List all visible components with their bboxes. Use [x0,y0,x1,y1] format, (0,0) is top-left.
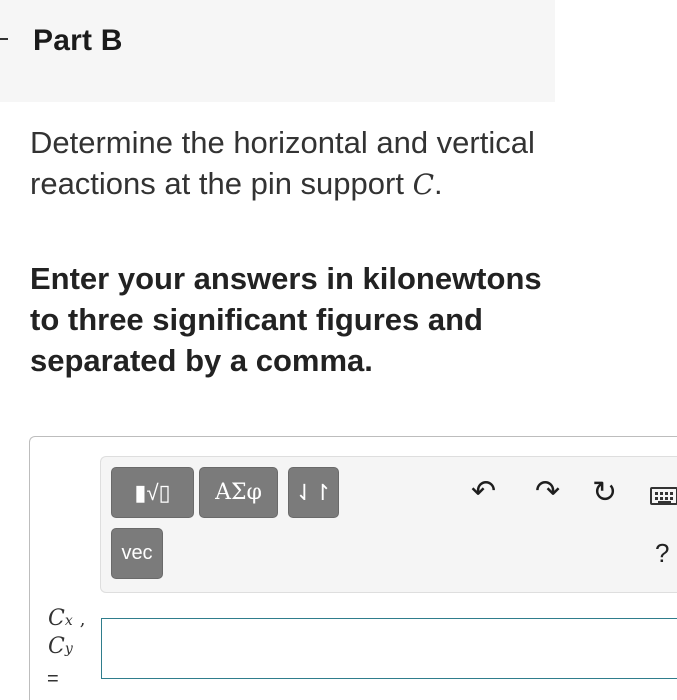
collapse-caret-icon[interactable] [0,38,8,48]
greek-symbols-button[interactable]: ΑΣφ [199,467,278,518]
redo-icon[interactable]: ↷ [535,477,560,507]
var-cy: C [48,634,65,659]
part-header[interactable]: Part B [0,0,555,102]
equals-sign: = [47,668,59,690]
undo-icon[interactable]: ↶ [471,477,496,507]
arrows-button[interactable]: ⇃↾ [288,467,339,518]
question-end: . [434,166,443,201]
help-icon[interactable]: ? [655,540,669,566]
answer-labels: Cx , Cy [48,606,98,662]
vec-button[interactable]: vec [111,528,163,579]
reset-icon[interactable]: ↻ [592,478,617,508]
templates-button[interactable]: ▮√▯ [111,467,194,518]
question-body: Determine the horizontal and vertical re… [30,125,535,201]
var-cy-sub: y [64,641,73,657]
var-cx-sub: x [64,613,73,629]
var-cx: C [48,606,65,631]
question-text: Determine the horizontal and vertical re… [30,122,550,205]
answer-input[interactable] [101,618,677,679]
instruction-text: Enter your answers in kilonewtons to thr… [30,261,542,378]
separator: , [79,609,86,630]
part-title: Part B [33,24,123,57]
question-variable: C [412,168,435,201]
keyboard-icon[interactable] [650,487,677,505]
